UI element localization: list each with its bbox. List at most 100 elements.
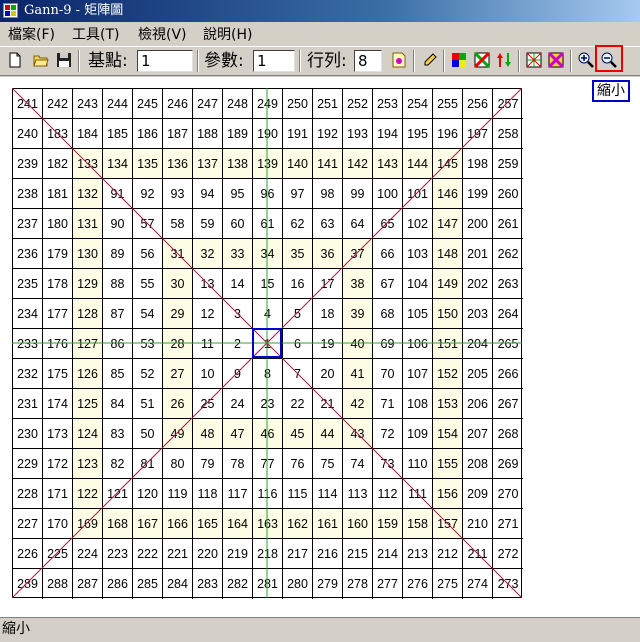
grid-cell[interactable]: 123 — [73, 449, 103, 479]
grid-cell[interactable]: 57 — [133, 209, 163, 239]
grid-cell[interactable]: 264 — [493, 299, 523, 329]
grid-cell[interactable]: 255 — [433, 89, 463, 119]
grid-cell[interactable]: 152 — [433, 359, 463, 389]
grid-cell[interactable]: 214 — [373, 539, 403, 569]
grid-cell[interactable]: 258 — [493, 119, 523, 149]
grid-cell[interactable]: 86 — [103, 329, 133, 359]
grid-cell[interactable]: 117 — [223, 479, 253, 509]
grid-cell[interactable]: 119 — [163, 479, 193, 509]
grid-cell[interactable]: 245 — [133, 89, 163, 119]
grid-cell[interactable]: 112 — [373, 479, 403, 509]
grid-cell[interactable]: 54 — [133, 299, 163, 329]
grid-cell[interactable]: 226 — [13, 539, 43, 569]
grid-cell[interactable]: 159 — [373, 509, 403, 539]
grid-cell[interactable]: 250 — [283, 89, 313, 119]
grid-cell[interactable]: 209 — [463, 479, 493, 509]
grid-cell[interactable]: 288 — [43, 569, 73, 599]
grid-cell[interactable]: 47 — [223, 419, 253, 449]
grid-cell[interactable]: 147 — [433, 209, 463, 239]
grid-cell[interactable]: 38 — [343, 269, 373, 299]
grid-cell[interactable]: 279 — [313, 569, 343, 599]
grid-cell[interactable]: 155 — [433, 449, 463, 479]
grid-cell[interactable]: 173 — [43, 419, 73, 449]
grid-cell[interactable]: 70 — [373, 359, 403, 389]
menu-view[interactable]: 檢視(V) — [138, 26, 187, 44]
grid-cell[interactable]: 7 — [283, 359, 313, 389]
grid-cell[interactable]: 194 — [373, 119, 403, 149]
grid-cell[interactable]: 183 — [43, 119, 73, 149]
grid-cell[interactable]: 263 — [493, 269, 523, 299]
grid-cell[interactable]: 71 — [373, 389, 403, 419]
grid-cell[interactable]: 33 — [223, 239, 253, 269]
grid-cell[interactable]: 52 — [133, 359, 163, 389]
grid-cell[interactable]: 2 — [223, 329, 253, 359]
grid-cell[interactable]: 248 — [223, 89, 253, 119]
grid-cell[interactable]: 49 — [163, 419, 193, 449]
grid-cell[interactable]: 44 — [313, 419, 343, 449]
grid-cell[interactable]: 164 — [223, 509, 253, 539]
grid-cell[interactable]: 121 — [103, 479, 133, 509]
grid-cell[interactable]: 262 — [493, 239, 523, 269]
grid-cell[interactable]: 124 — [73, 419, 103, 449]
grid-cell[interactable]: 252 — [343, 89, 373, 119]
grid-cell[interactable]: 286 — [103, 569, 133, 599]
grid-cell[interactable]: 65 — [373, 209, 403, 239]
grid-cell[interactable]: 39 — [343, 299, 373, 329]
grid-cell[interactable]: 72 — [373, 419, 403, 449]
grid-cell[interactable]: 269 — [493, 449, 523, 479]
grid-cell[interactable]: 239 — [13, 149, 43, 179]
grid-cell[interactable]: 85 — [103, 359, 133, 389]
grid-cell[interactable]: 84 — [103, 389, 133, 419]
grid-cell[interactable]: 13 — [193, 269, 223, 299]
grid-cell[interactable]: 146 — [433, 179, 463, 209]
grid-cell[interactable]: 5 — [283, 299, 313, 329]
grid-cell[interactable]: 16 — [283, 269, 313, 299]
grid-cell[interactable]: 67 — [373, 269, 403, 299]
grid-cell[interactable]: 275 — [433, 569, 463, 599]
grid-cell[interactable]: 272 — [493, 539, 523, 569]
grid-cell[interactable]: 257 — [493, 89, 523, 119]
grid-cell[interactable]: 116 — [253, 479, 283, 509]
grid-cell[interactable]: 73 — [373, 449, 403, 479]
grid-cell[interactable]: 221 — [163, 539, 193, 569]
grid-cell[interactable]: 136 — [163, 149, 193, 179]
grid-cell[interactable]: 189 — [223, 119, 253, 149]
grid-cell[interactable]: 138 — [223, 149, 253, 179]
grid-cell[interactable]: 132 — [73, 179, 103, 209]
grid-cell[interactable]: 68 — [373, 299, 403, 329]
grid-cell[interactable]: 229 — [13, 449, 43, 479]
grid-cell[interactable]: 210 — [463, 509, 493, 539]
color-grid-icon[interactable] — [449, 50, 469, 70]
grid-cell[interactable]: 143 — [373, 149, 403, 179]
grid-cell[interactable]: 142 — [343, 149, 373, 179]
grid-cell[interactable]: 94 — [193, 179, 223, 209]
grid-cell[interactable]: 29 — [163, 299, 193, 329]
grid-cell[interactable]: 228 — [13, 479, 43, 509]
grid-cell[interactable]: 205 — [463, 359, 493, 389]
grid-cell[interactable]: 87 — [103, 299, 133, 329]
grid-cell[interactable]: 274 — [463, 569, 493, 599]
grid-cell[interactable]: 174 — [43, 389, 73, 419]
grid-cell[interactable]: 162 — [283, 509, 313, 539]
grid-cell[interactable]: 103 — [403, 239, 433, 269]
grid-cell[interactable]: 149 — [433, 269, 463, 299]
zoom-in-icon[interactable] — [576, 50, 596, 70]
grid-cell[interactable]: 271 — [493, 509, 523, 539]
grid-cell[interactable]: 247 — [193, 89, 223, 119]
grid-cell[interactable]: 190 — [253, 119, 283, 149]
grid-cell[interactable]: 122 — [73, 479, 103, 509]
grid-cell[interactable]: 100 — [373, 179, 403, 209]
grid-cell[interactable]: 79 — [193, 449, 223, 479]
grid-cell[interactable]: 134 — [103, 149, 133, 179]
grid-cell[interactable]: 285 — [133, 569, 163, 599]
grid-cell[interactable]: 280 — [283, 569, 313, 599]
grid-cell[interactable]: 204 — [463, 329, 493, 359]
grid-cell[interactable]: 51 — [133, 389, 163, 419]
grid-cell[interactable]: 26 — [163, 389, 193, 419]
grid-cell[interactable]: 60 — [223, 209, 253, 239]
grid-cell[interactable]: 192 — [313, 119, 343, 149]
grid-cell[interactable]: 267 — [493, 389, 523, 419]
grid-cell[interactable]: 92 — [133, 179, 163, 209]
grid-cell[interactable]: 172 — [43, 449, 73, 479]
grid-cell[interactable]: 127 — [73, 329, 103, 359]
